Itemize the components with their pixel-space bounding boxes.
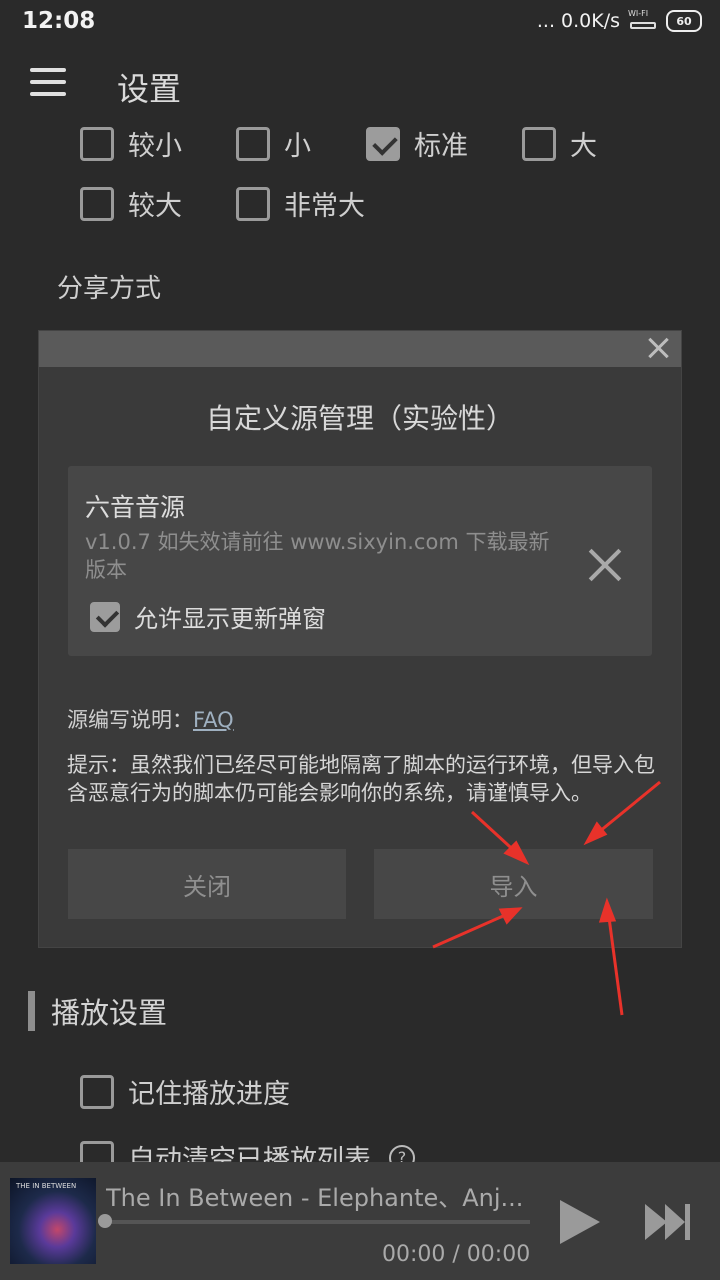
font-size-option-larger[interactable]: 较大 xyxy=(80,184,236,223)
font-size-option-small[interactable]: 小 xyxy=(236,124,366,163)
remember-progress-option[interactable]: 记住播放进度 xyxy=(80,1072,290,1111)
track-title: The In Between - Elephante、Anj... xyxy=(106,1184,524,1212)
close-button[interactable]: 关闭 xyxy=(68,849,346,919)
progress-bar[interactable] xyxy=(104,1220,530,1224)
import-button[interactable]: 导入 xyxy=(374,849,653,919)
source-name: 六音音源 xyxy=(85,493,186,522)
faq-line: 源编写说明：FAQ xyxy=(67,708,234,732)
faq-link[interactable]: FAQ xyxy=(193,708,234,732)
menu-icon[interactable] xyxy=(30,68,66,98)
play-icon[interactable] xyxy=(560,1200,600,1244)
status-bar: 12:08 ... 0.0K/s WI-FI 60 xyxy=(0,0,720,44)
allow-update-popup-option[interactable]: 允许显示更新弹窗 xyxy=(90,599,326,634)
dialog-header xyxy=(39,331,681,367)
font-size-option-smaller[interactable]: 较小 xyxy=(80,124,236,163)
font-size-option-large[interactable]: 大 xyxy=(522,124,597,163)
font-size-row-2: 较大 非常大 xyxy=(80,184,365,223)
playback-time: 00:00 / 00:00 xyxy=(382,1242,531,1267)
font-size-option-standard[interactable]: 标准 xyxy=(366,124,522,163)
share-method-label: 分享方式 xyxy=(57,274,162,304)
checkbox[interactable] xyxy=(80,186,114,221)
source-description: v1.0.7 如失效请前往 www.sixyin.com 下载最新版本 xyxy=(85,530,550,582)
wifi-icon: WI-FI xyxy=(628,9,658,31)
checkbox-checked[interactable] xyxy=(90,601,120,632)
checkbox[interactable] xyxy=(236,126,270,161)
remove-source-icon[interactable] xyxy=(588,548,622,582)
mini-player[interactable]: THE IN BETWEEN The In Between - Elephant… xyxy=(0,1162,720,1280)
checkbox[interactable] xyxy=(522,126,556,161)
network-speed: ... 0.0K/s xyxy=(536,10,620,32)
font-size-option-very-large[interactable]: 非常大 xyxy=(236,184,365,223)
checkbox[interactable] xyxy=(80,1074,114,1109)
custom-source-dialog: 自定义源管理（实验性） 六音音源 v1.0.7 如失效请前往 www.sixyi… xyxy=(39,331,681,947)
close-icon[interactable] xyxy=(645,335,671,361)
next-track-icon[interactable] xyxy=(645,1204,691,1240)
progress-thumb[interactable] xyxy=(98,1214,112,1228)
battery-icon: 60 xyxy=(666,10,702,32)
source-card: 六音音源 v1.0.7 如失效请前往 www.sixyin.com 下载最新版本… xyxy=(68,466,652,656)
section-accent-bar xyxy=(28,991,35,1031)
status-indicators: ... 0.0K/s WI-FI 60 xyxy=(536,9,702,32)
status-time: 12:08 xyxy=(22,8,96,34)
dialog-title: 自定义源管理（实验性） xyxy=(205,402,514,435)
checkbox-checked[interactable] xyxy=(366,126,400,161)
app-bar: 设置 xyxy=(0,48,720,120)
checkbox[interactable] xyxy=(80,126,114,161)
playback-settings-header: 播放设置 xyxy=(28,990,167,1032)
album-cover[interactable]: THE IN BETWEEN xyxy=(10,1178,96,1264)
font-size-row-1: 较小 小 标准 大 xyxy=(80,124,597,163)
page-title: 设置 xyxy=(117,70,182,108)
warning-tip: 提示：虽然我们已经尽可能地隔离了脚本的运行环境，但导入包含恶意行为的脚本仍可能会… xyxy=(67,753,655,805)
checkbox[interactable] xyxy=(236,186,270,221)
